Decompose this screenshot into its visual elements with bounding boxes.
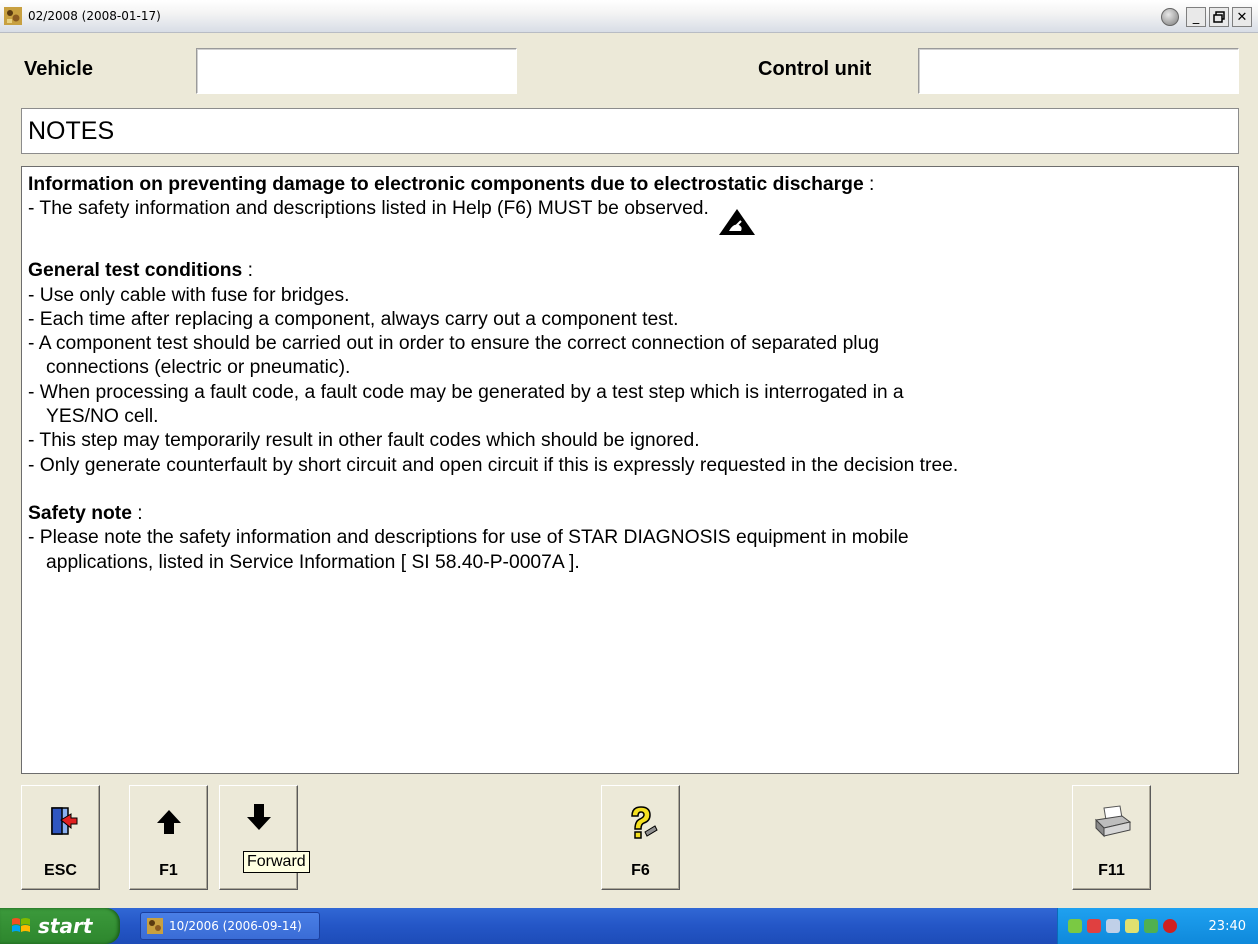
esd-heading: Information on preventing damage to elec… <box>28 174 864 195</box>
clock: 23:40 <box>1208 918 1246 934</box>
app-icon <box>147 918 163 934</box>
taskbar-window-button[interactable]: 10/2006 (2006-09-14) <box>140 912 320 940</box>
list-item: - Use only cable with fuse for bridges. <box>28 284 350 306</box>
f11-label: F11 <box>1098 862 1125 879</box>
start-button[interactable]: start <box>0 908 120 944</box>
volume-icon[interactable] <box>1106 919 1120 933</box>
list-item: - This step may temporarily result in ot… <box>28 430 700 452</box>
window-title: 02/2008 (2008-01-17) <box>28 9 161 23</box>
esd-line-row: - The safety information and description… <box>28 197 1238 236</box>
close-button[interactable]: ✕ <box>1232 7 1252 27</box>
system-tray: 23:40 <box>1057 908 1258 944</box>
f2-forward-button[interactable] <box>219 785 298 890</box>
list-item: - Please note the safety information and… <box>28 527 909 549</box>
app-icon <box>4 7 22 25</box>
disconnected-icon[interactable] <box>1087 919 1101 933</box>
notes-content: Information on preventing damage to elec… <box>21 166 1239 774</box>
esd-heading-line: Information on preventing damage to elec… <box>28 173 1238 197</box>
restore-button[interactable] <box>1209 7 1229 27</box>
control-unit-label: Control unit <box>758 58 872 80</box>
general-heading-suffix: : <box>242 260 253 282</box>
list-item: YES/NO cell. <box>46 406 159 428</box>
safety-heading-line: Safety note : <box>28 502 1238 526</box>
forward-tooltip: Forward <box>243 851 310 873</box>
list-item: - Only generate counterfault by short ci… <box>28 454 959 476</box>
taskbar-window-label: 10/2006 (2006-09-14) <box>169 919 302 933</box>
list-item: - When processing a fault code, a fault … <box>28 381 904 403</box>
general-heading: General test conditions <box>28 260 243 282</box>
network-icon[interactable] <box>1068 919 1082 933</box>
printer-icon <box>1094 805 1131 838</box>
safety-heading: Safety note <box>28 502 132 524</box>
start-label: start <box>38 914 93 938</box>
f1-back-button[interactable]: F1 <box>129 785 208 890</box>
minimize-button[interactable]: _ <box>1186 7 1206 27</box>
section-title: NOTES <box>21 108 1239 154</box>
general-heading-line: General test conditions : <box>28 259 1238 283</box>
esd-warning-icon <box>718 209 755 236</box>
vehicle-field[interactable] <box>196 48 517 94</box>
list-item: - Each time after replacing a component,… <box>28 308 679 330</box>
help-question-icon <box>630 806 658 839</box>
vehicle-label: Vehicle <box>24 58 93 80</box>
exit-door-icon <box>50 807 77 835</box>
globe-icon[interactable] <box>1161 8 1179 26</box>
safety-heading-suffix: : <box>131 502 143 524</box>
control-unit-field[interactable] <box>918 48 1239 94</box>
list-item: - A component test should be carried out… <box>28 333 880 355</box>
list-item: connections (electric or pneumatic). <box>46 357 351 379</box>
esc-label: ESC <box>44 862 77 879</box>
taskbar: start 10/2006 (2006-09-14) 23:40 <box>0 908 1258 944</box>
f11-print-button[interactable]: F11 <box>1072 785 1151 890</box>
device-icon[interactable] <box>1125 919 1139 933</box>
f6-label: F6 <box>631 862 650 879</box>
f1-label: F1 <box>159 862 178 879</box>
esd-line: - The safety information and description… <box>28 198 709 220</box>
title-bar: 02/2008 (2008-01-17) _ ✕ <box>0 0 1258 33</box>
esc-button[interactable]: ESC <box>21 785 100 890</box>
arrow-down-icon <box>246 804 271 830</box>
f6-help-button[interactable]: F6 <box>601 785 680 890</box>
windows-flag-icon <box>12 918 30 932</box>
arrow-up-icon <box>156 810 181 834</box>
security-alert-icon[interactable] <box>1163 919 1177 933</box>
list-item: applications, listed in Service Informat… <box>46 551 580 573</box>
restore-icon <box>1213 11 1225 23</box>
connection-icon[interactable] <box>1144 919 1158 933</box>
esd-heading-suffix: : <box>863 174 875 195</box>
